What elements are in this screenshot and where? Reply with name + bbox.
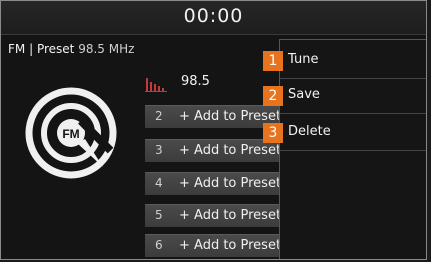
menu-item-label: Tune	[288, 52, 319, 67]
now-playing-row[interactable]: 98.5	[145, 71, 279, 93]
band-label: FM	[8, 42, 26, 56]
options-menu: 1 Tune 2 Save 3 Delete	[263, 39, 426, 259]
preset-slot-5[interactable]: 5 + Add to Presets	[145, 204, 285, 227]
logo-text: FM	[62, 127, 79, 141]
preset-slot-4[interactable]: 4 + Add to Presets	[145, 172, 285, 195]
menu-number-badge: 3	[263, 123, 283, 143]
preset-label: + Add to Presets	[179, 176, 285, 191]
now-playing-frequency: 98.5	[181, 74, 210, 89]
radio-screen: 00:00 FM | Preset 98.5 MHz FM 98.5 2 + A…	[0, 0, 427, 260]
preset-number: 2	[155, 109, 163, 123]
preset-number: 3	[155, 143, 163, 157]
preset-slot-6[interactable]: 6 + Add to Presets	[145, 234, 285, 257]
status-line: FM | Preset 98.5 MHz	[8, 42, 134, 56]
menu-item-label: Save	[288, 87, 320, 102]
status-separator: |	[29, 42, 34, 56]
menu-item-save[interactable]: 2 Save	[263, 79, 426, 114]
status-frequency: 98.5 MHz	[78, 42, 135, 56]
preset-label: + Add to Presets	[179, 208, 285, 223]
menu-item-delete[interactable]: 3 Delete	[263, 116, 426, 151]
preset-label: + Add to Presets	[179, 143, 285, 158]
preset-label: + Add to Presets	[179, 109, 285, 124]
fm-radio-logo-icon: FM	[25, 87, 117, 179]
top-bar: 00:00	[1, 1, 426, 35]
preset-number: 5	[155, 208, 163, 222]
mode-label: Preset	[36, 42, 75, 56]
signal-bars-icon	[145, 78, 167, 92]
menu-number-badge: 1	[263, 51, 283, 71]
preset-number: 6	[155, 238, 163, 252]
preset-label: + Add to Presets	[179, 238, 285, 253]
menu-number-badge: 2	[263, 86, 283, 106]
preset-number: 4	[155, 176, 163, 190]
clock: 00:00	[183, 5, 244, 27]
menu-item-tune[interactable]: 1 Tune	[263, 44, 426, 79]
menu-item-label: Delete	[288, 124, 331, 139]
